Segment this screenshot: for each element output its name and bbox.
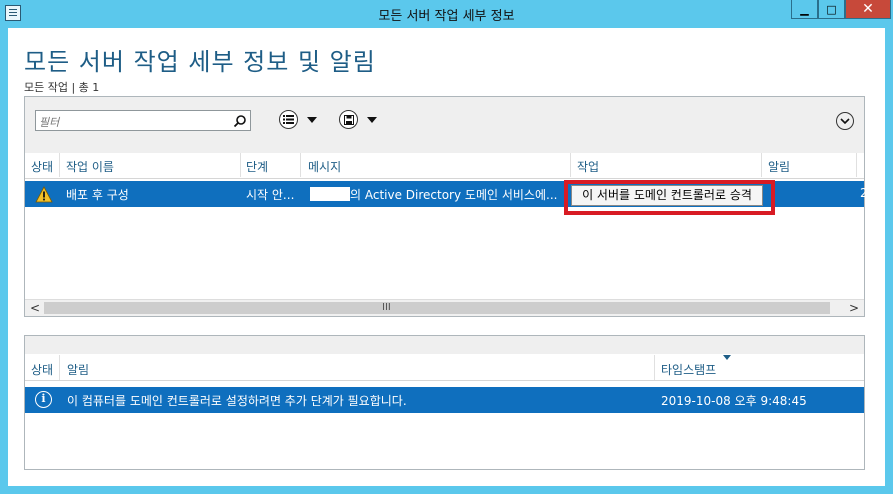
task-name: 배포 후 구성 [66,188,129,202]
column-notification[interactable]: 알림 [768,158,790,175]
title-bar: 모든 서버 작업 세부 정보 ▁ □ ✕ [0,0,893,28]
column-notification[interactable]: 알림 [67,361,89,378]
notification-timestamp: 2019-10-08 오후 9:48:45 [661,394,807,408]
maximize-button[interactable]: □ [818,0,845,19]
table-row[interactable]: i 이 컴퓨터를 도메인 컨트롤러로 설정하려면 추가 단계가 필요합니다. 2… [25,387,864,413]
task-message: 의 Active Directory 도메인 서비스에... [350,188,558,202]
expand-icon[interactable] [836,112,854,130]
column-stage[interactable]: 단계 [246,158,268,175]
toolbar [25,97,864,153]
filter-box[interactable] [35,110,251,132]
notification-text: 이 컴퓨터를 도메인 컨트롤러로 설정하려면 추가 단계가 필요합니다. [67,394,407,408]
task-stage: 시작 안... [246,188,295,202]
save-options-button[interactable] [339,110,377,129]
client-area: 모든 서버 작업 세부 정보 및 알림 모든 작업 | 총 1 필터 상태 작업… [8,28,885,486]
column-status[interactable]: 상태 [31,158,53,175]
column-task-name[interactable]: 작업 이름 [66,158,114,175]
window-title: 모든 서버 작업 세부 정보 [378,9,515,24]
task-notification-count: 2 [860,186,868,200]
search-icon[interactable] [233,113,247,132]
page-title: 모든 서버 작업 세부 정보 및 알림 [24,48,376,76]
column-timestamp[interactable]: 타임스탬프 [661,361,716,378]
notifications-column-headers: 상태 알림 타임스탬프 [25,355,864,381]
notifications-toolbar [25,336,864,354]
chevron-down-icon [367,116,377,123]
column-action[interactable]: 작업 [577,158,599,175]
scroll-left-button[interactable]: < [30,301,40,315]
close-button[interactable]: ✕ [845,0,891,19]
save-icon [339,110,358,129]
highlight-box [564,180,775,215]
filter-input[interactable] [36,113,216,132]
column-message[interactable]: 메시지 [308,158,341,175]
scroll-right-button[interactable]: > [849,301,859,315]
redacted-server-name [310,187,350,201]
tasks-panel: 상태 작업 이름 단계 메시지 작업 알림 배포 후 구성 시작 안... 의 … [24,96,868,317]
scrollbar-thumb[interactable]: III [44,302,830,314]
info-icon: i [35,391,52,408]
task-count-label: 모든 작업 | 총 1 [24,81,100,94]
minimize-button[interactable]: ▁ [791,0,818,19]
list-options-button[interactable] [279,110,317,129]
column-status[interactable]: 상태 [31,361,53,378]
window-controls: ▁ □ ✕ [791,0,891,19]
sort-descending-icon [723,355,731,360]
chevron-down-icon [307,116,317,123]
horizontal-scrollbar[interactable]: < III > [25,299,864,316]
list-options-icon [279,110,298,129]
tasks-column-headers: 상태 작업 이름 단계 메시지 작업 알림 [25,153,864,179]
warning-icon [35,186,53,206]
notifications-panel: 상태 알림 타임스탬프 i 이 컴퓨터를 도메인 컨트롤러로 설정하려면 추가 … [24,335,865,470]
scrollbar-grip: III [382,302,391,313]
